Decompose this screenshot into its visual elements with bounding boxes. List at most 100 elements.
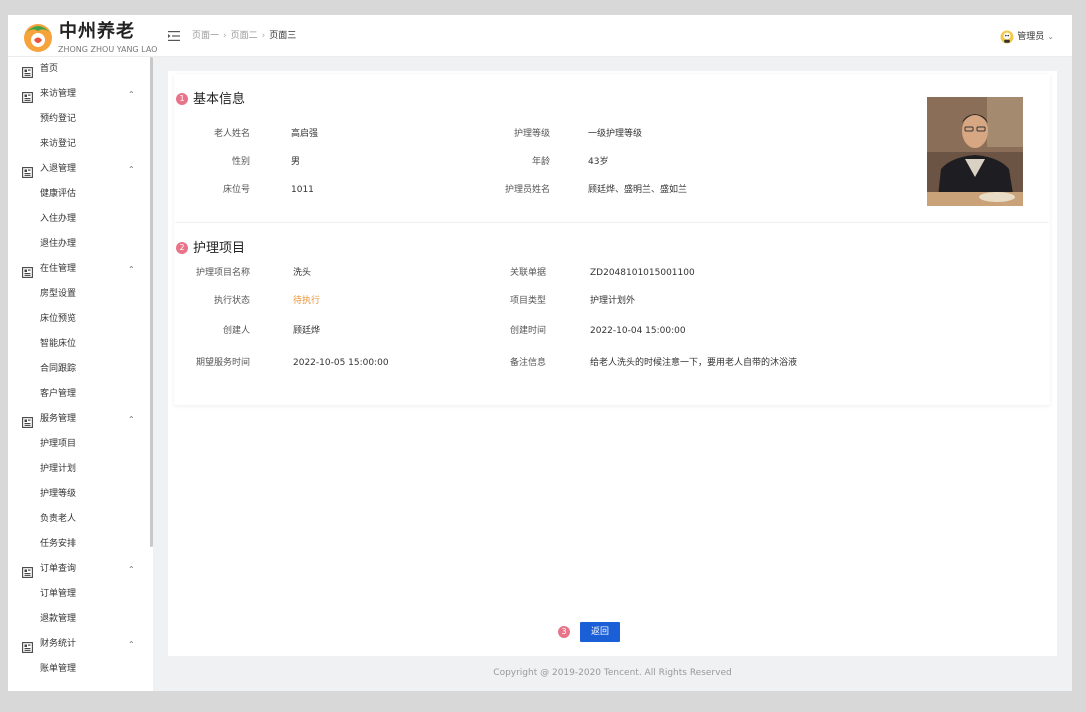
- field-label-expected-time: 期望服务时间: [195, 358, 250, 368]
- user-menu[interactable]: 管理员 ⌄: [1000, 29, 1054, 45]
- sidebar-item[interactable]: 任务安排: [8, 532, 153, 557]
- menu-grid-icon: [22, 89, 33, 103]
- chevron-up-icon: ⌃: [128, 415, 135, 424]
- field-value-created-time: 2022-10-04 15:00:00: [590, 326, 686, 336]
- field-label-age: 年龄: [531, 157, 550, 167]
- logo[interactable]: 中州养老 ZHONG ZHOU YANG LAO: [22, 21, 157, 55]
- field-value-level: 一级护理等级: [588, 129, 643, 139]
- sidebar-item[interactable]: 退款管理: [8, 607, 153, 632]
- basic-info-section: 1 基本信息 老人姓名 高启强 性别 男 床位号 1011 护理等级 一级护理等级…: [174, 74, 1050, 222]
- breadcrumb-item-1[interactable]: 页面一: [192, 31, 219, 41]
- field-value-nurse: 顾廷烨、盛明兰、盛如兰: [588, 185, 688, 195]
- top-header: 中州养老 ZHONG ZHOU YANG LAO 页面一 › 页面二 › 页面三 管理员…: [8, 15, 1072, 57]
- field-label-gender: 性别: [231, 157, 250, 167]
- sidebar-group-2[interactable]: 入退管理 ⌃: [8, 157, 153, 182]
- sidebar-group-3[interactable]: 在住管理 ⌃: [8, 257, 153, 282]
- sidebar-item[interactable]: 客户管理: [8, 382, 153, 407]
- breadcrumb: 页面一 › 页面二 › 页面三: [192, 29, 296, 43]
- sidebar-menu: 首页来访管理 ⌃ 预约登记 来访登记入退管理 ⌃ 健康评估 入住办理 退住办理在住管理 ⌃ 房型设…: [8, 57, 153, 682]
- menu-fold-icon[interactable]: [167, 29, 181, 43]
- sidebar-group-4[interactable]: 服务管理 ⌃: [8, 407, 153, 432]
- step-badge: 3: [558, 626, 570, 638]
- sidebar-group-label: 入退管理: [40, 164, 77, 174]
- section-title-text: 护理项目: [193, 241, 246, 256]
- sidebar-item[interactable]: 负责老人: [8, 507, 153, 532]
- sidebar-item[interactable]: 床位预览: [8, 307, 153, 332]
- chevron-up-icon: ⌃: [128, 265, 135, 274]
- field-value-creator: 顾廷烨: [293, 326, 321, 336]
- field-label-level: 护理等级: [513, 129, 550, 139]
- elder-photo: [927, 97, 1023, 206]
- sidebar-item[interactable]: 智能床位: [8, 332, 153, 357]
- field-label-order: 关联单据: [509, 268, 546, 278]
- sidebar-item[interactable]: 合同跟踪: [8, 357, 153, 382]
- sidebar-group-label: 首页: [40, 64, 59, 74]
- sidebar-item[interactable]: 退住办理: [8, 232, 153, 257]
- sidebar-item[interactable]: 健康评估: [8, 182, 153, 207]
- sidebar-item[interactable]: 入住办理: [8, 207, 153, 232]
- sidebar-group-6[interactable]: 财务统计 ⌃: [8, 632, 153, 657]
- sidebar-item[interactable]: 订单管理: [8, 582, 153, 607]
- app-window: 中州养老 ZHONG ZHOU YANG LAO 页面一 › 页面二 › 页面三 管理员…: [8, 15, 1072, 691]
- sidebar-group-5[interactable]: 订单查询 ⌃: [8, 557, 153, 582]
- logo-mark-icon: [24, 24, 52, 52]
- field-label-remark: 备注信息: [509, 358, 546, 368]
- field-label-bed: 床位号: [222, 185, 250, 195]
- menu-grid-icon: [22, 264, 33, 278]
- sidebar-group-label: 来访管理: [40, 89, 77, 99]
- field-label-status: 执行状态: [213, 296, 250, 306]
- menu-grid-icon: [22, 639, 33, 653]
- sidebar-item[interactable]: 护理计划: [8, 457, 153, 482]
- sidebar-group-0[interactable]: 首页: [8, 57, 153, 82]
- back-button[interactable]: 返回: [580, 622, 620, 642]
- sidebar-group-label: 财务统计: [40, 639, 77, 649]
- chevron-right-icon: ›: [261, 31, 266, 41]
- step-badge: 2: [176, 241, 188, 254]
- menu-grid-icon: [22, 564, 33, 578]
- section-title-text: 基本信息: [193, 92, 246, 107]
- field-value-order: ZD2048101015001100: [590, 268, 695, 278]
- sidebar-item[interactable]: 护理等级: [8, 482, 153, 507]
- sidebar-group-label: 订单查询: [40, 564, 77, 574]
- chevron-right-icon: ›: [223, 31, 227, 41]
- menu-grid-icon: [22, 414, 33, 428]
- field-value-item-name: 洗头: [293, 268, 312, 278]
- section-title-care-item: 2 护理项目: [176, 241, 245, 257]
- chevron-up-icon: ⌃: [128, 165, 135, 174]
- sidebar-group-label: 在住管理: [40, 264, 77, 274]
- breadcrumb-item-2[interactable]: 页面二: [231, 31, 258, 41]
- menu-grid-icon: [22, 64, 33, 78]
- field-value-remark: 给老人洗头的时候注意一下，要用老人自带的沐浴液: [590, 358, 798, 368]
- chevron-down-icon: ⌄: [1047, 32, 1054, 41]
- sidebar: 首页来访管理 ⌃ 预约登记 来访登记入退管理 ⌃ 健康评估 入住办理 退住办理在住管理 ⌃ 房型设…: [8, 57, 153, 691]
- main-content: 1 基本信息 老人姓名 高启强 性别 男 床位号 1011 护理等级 一级护理等级…: [168, 71, 1057, 656]
- field-label-name: 老人姓名: [213, 129, 250, 139]
- field-value-bed: 1011: [291, 185, 314, 195]
- field-value-age: 43岁: [588, 157, 609, 167]
- user-name: 管理员: [1017, 32, 1045, 42]
- menu-grid-icon: [22, 164, 33, 178]
- step-badge: 1: [176, 92, 188, 105]
- section-title-basic-info: 1 基本信息: [176, 92, 245, 108]
- sidebar-item[interactable]: 来访登记: [8, 132, 153, 157]
- field-value-type: 护理计划外: [590, 296, 636, 306]
- field-label-creator: 创建人: [222, 326, 250, 336]
- field-value-expected-time: 2022-10-05 15:00:00: [293, 358, 389, 368]
- chevron-up-icon: ⌃: [128, 565, 135, 574]
- field-label-nurse: 护理员姓名: [504, 185, 550, 195]
- breadcrumb-item-current: 页面三: [269, 31, 297, 41]
- chevron-up-icon: ⌃: [128, 90, 135, 99]
- logo-title: 中州养老: [59, 21, 135, 42]
- field-value-name: 高启强: [291, 129, 319, 139]
- sidebar-item[interactable]: 房型设置: [8, 282, 153, 307]
- avatar-icon: [1000, 30, 1014, 43]
- field-label-created-time: 创建时间: [509, 326, 546, 336]
- chevron-up-icon: ⌃: [128, 640, 135, 649]
- footer-copyright: Copyright @ 2019-2020 Tencent. All Right…: [493, 668, 732, 678]
- sidebar-item[interactable]: 预约登记: [8, 107, 153, 132]
- field-label-item-name: 护理项目名称: [195, 268, 250, 278]
- sidebar-scrollbar[interactable]: [150, 57, 153, 547]
- sidebar-group-1[interactable]: 来访管理 ⌃: [8, 82, 153, 107]
- sidebar-item[interactable]: 账单管理: [8, 657, 153, 682]
- sidebar-item[interactable]: 护理项目: [8, 432, 153, 457]
